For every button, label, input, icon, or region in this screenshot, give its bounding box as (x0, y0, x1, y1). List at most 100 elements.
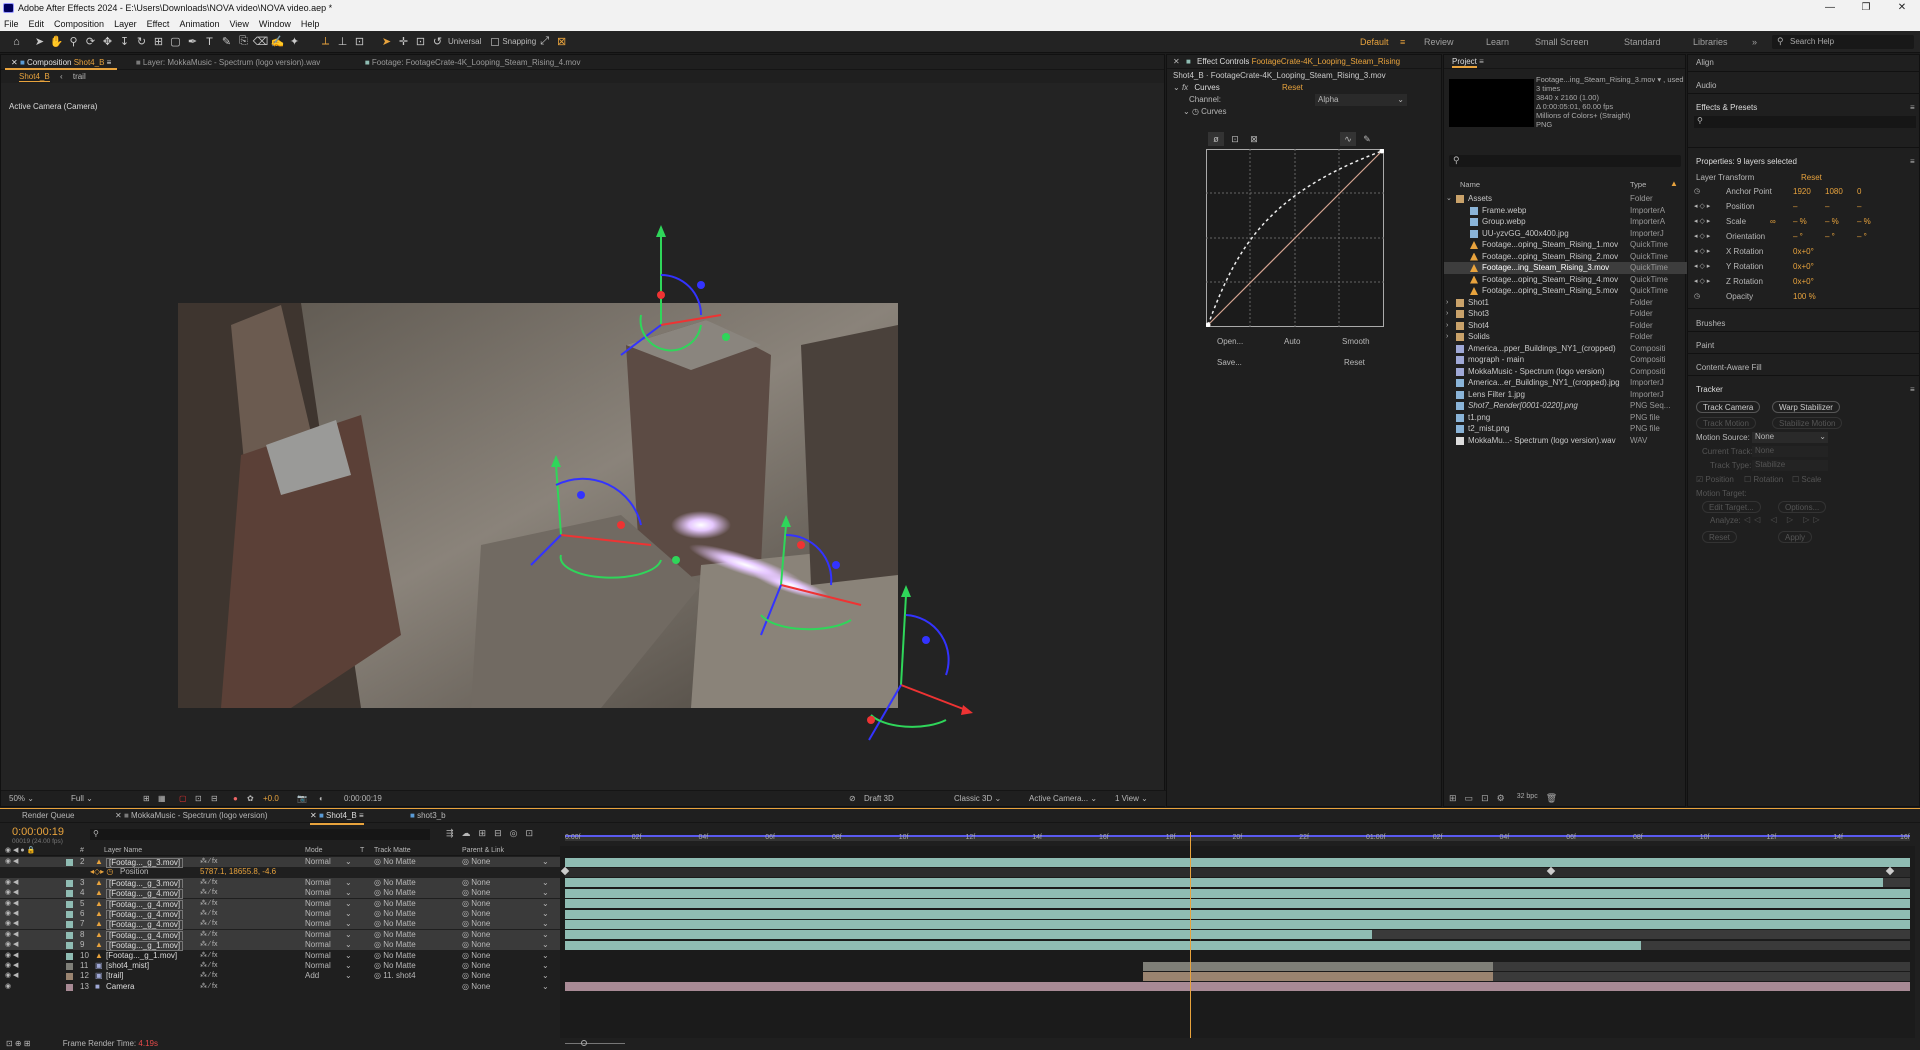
tab-shot4b[interactable]: ✕ ■ Shot4_B ≡ (310, 809, 364, 825)
property-value-1[interactable]: 0x+0° (1793, 261, 1814, 273)
hand-tool-icon[interactable]: ✋ (48, 33, 65, 50)
align-panel-header[interactable]: Align (1696, 58, 1714, 67)
curves-smooth-button[interactable]: Smooth (1342, 337, 1370, 346)
layer-name[interactable]: [Footag..._g_1.mov] (106, 951, 177, 961)
timeline-layer-row[interactable]: ◉ ◀ 11 ▣ [shot4_mist] ⁂ ⁄ fx Normal ⌄ ◎ No Matt… (0, 961, 560, 971)
pencil-tool-icon[interactable]: ✎ (1359, 132, 1375, 146)
menu-composition[interactable]: Composition (54, 19, 104, 29)
camera-view-dropdown[interactable]: Active Camera... ⌄ (1029, 791, 1097, 807)
layer-switches[interactable]: ⁂ ⁄ fx (200, 888, 218, 898)
pickwhip-icon[interactable]: ◎ (374, 857, 383, 866)
folder-disclosure-icon[interactable]: › (1446, 308, 1448, 320)
property-value-2[interactable]: – ° (1825, 231, 1835, 243)
label-color-swatch[interactable] (66, 911, 73, 918)
constrain-proportions-icon[interactable]: ∞ (1770, 216, 1776, 228)
pen-tool-icon[interactable]: ✒ (184, 33, 201, 50)
maximize-icon[interactable]: ❐ (1848, 0, 1884, 16)
layer-name[interactable]: Camera (106, 982, 134, 992)
draft3d-toggle-icon[interactable]: ☁ (462, 828, 471, 839)
track-type-dropdown[interactable]: Stabilize (1752, 460, 1828, 471)
close-icon[interactable]: ✕ (11, 58, 18, 67)
close-icon[interactable]: ✕ (1884, 0, 1920, 16)
layer-transform-reset[interactable]: Reset (1801, 173, 1822, 182)
zoom-tool-icon[interactable]: ⚲ (65, 33, 82, 50)
layer-switches[interactable]: ⁂ ⁄ fx (200, 971, 218, 981)
interpret-footage-icon[interactable]: ⊞ (1449, 793, 1457, 804)
workspace-review[interactable]: Review (1424, 31, 1454, 53)
blend-mode-dropdown[interactable]: Normal ⌄ (305, 961, 353, 971)
project-item[interactable]: Footage...oping_Steam_Rising_2.mov QuickT… (1444, 251, 1687, 263)
keyframe-navigator-icon[interactable]: ◂ ◇ ▸ (1694, 201, 1710, 213)
timeline-track-area[interactable] (560, 846, 1915, 1038)
layer-duration-bar[interactable] (565, 930, 1372, 940)
folder-disclosure-icon[interactable]: › (1446, 297, 1448, 309)
layer-duration-bar[interactable] (565, 888, 1910, 898)
parent-dropdown[interactable]: ◎ None ⌄ (462, 982, 552, 992)
folder-disclosure-icon[interactable]: › (1446, 320, 1448, 332)
visibility-toggle-icon[interactable]: ◉ ◀ (5, 961, 18, 971)
track-camera-button[interactable]: Track Camera (1696, 401, 1761, 413)
clone-stamp-icon[interactable]: ⎘ (235, 33, 252, 50)
label-color-swatch[interactable] (66, 942, 73, 950)
col-parent[interactable]: Parent & Link (462, 846, 504, 856)
new-comp-icon[interactable]: ⊡ (1481, 793, 1489, 804)
workspace-menu-icon[interactable]: ≡ (1400, 31, 1405, 53)
project-item[interactable]: Group.webp ImporterA (1444, 216, 1687, 228)
timeline-layer-row[interactable]: ◉ ◀ 10 ▲ [Footag..._g_1.mov] ⁂ ⁄ fx Normal ⌄ ◎ … (0, 951, 560, 961)
project-item[interactable]: Shot7_Render[0001-0220].png PNG Seq... (1444, 400, 1687, 412)
timeline-timecode[interactable]: 0:00:00:19 (12, 826, 64, 838)
timeline-layer-row[interactable]: ◉ ◀ 3 ▲ [Footag..._g_3.mov] ⁂ ⁄ fx Normal ⌄ ◎ N… (0, 877, 560, 889)
layer-switches[interactable]: ⁂ ⁄ fx (200, 982, 218, 992)
renderer-dropdown[interactable]: Classic 3D ⌄ (954, 791, 1001, 807)
project-item[interactable]: Footage...oping_Steam_Rising_5.mov QuickT… (1444, 285, 1687, 297)
parent-pickwhip-icon[interactable]: ◎ (462, 971, 471, 980)
sort-arrow-icon[interactable]: ▲ (1670, 179, 1678, 188)
curves-reset-button[interactable]: Reset (1344, 358, 1365, 367)
pan-behind-tool-icon[interactable]: ⊞ (150, 33, 167, 50)
rectangle-tool-icon[interactable]: ▢ (167, 33, 184, 50)
visibility-toggle-icon[interactable]: ◉ ◀ (5, 878, 18, 888)
property-value-1[interactable]: – ° (1793, 231, 1803, 243)
project-item[interactable]: › Shot3 Folder (1444, 308, 1687, 320)
parent-pickwhip-icon[interactable]: ◎ (462, 878, 471, 887)
blend-mode-dropdown[interactable]: Normal ⌄ (305, 857, 353, 867)
show-snapshot-icon[interactable]: ◐ (319, 791, 324, 807)
blend-mode-dropdown[interactable]: Normal ⌄ (305, 878, 353, 888)
visibility-toggle-icon[interactable]: ◉ ◀ (5, 971, 18, 981)
layer-duration-bar[interactable] (565, 857, 1910, 867)
axis-local-icon[interactable]: ⟂ (317, 33, 334, 50)
label-color-swatch[interactable] (66, 952, 73, 960)
parent-pickwhip-icon[interactable]: ◎ (462, 940, 471, 949)
project-item[interactable]: t2_mist.png PNG file (1444, 423, 1687, 435)
keyframe-navigator-icon[interactable]: ◂ ◇ ▸ (1694, 231, 1710, 243)
layer-switches[interactable]: ⁂ ⁄ fx (200, 951, 218, 961)
property-value-1[interactable]: 100 % (1793, 291, 1816, 303)
tab-layer[interactable]: ■ Layer: MokkaMusic - Spectrum (logo ver… (130, 55, 326, 70)
layer-duration-bar[interactable] (565, 940, 1641, 950)
pickwhip-icon[interactable]: ◎ (374, 961, 383, 970)
rgb-channel-icon[interactable]: ø (1208, 132, 1224, 146)
pickwhip-icon[interactable]: ◎ (374, 919, 383, 928)
property-value-2[interactable]: 1080 (1825, 186, 1843, 198)
curve-size-large-icon[interactable]: ⊠ (1246, 132, 1262, 146)
blend-mode-dropdown[interactable]: Normal ⌄ (305, 930, 353, 940)
viewer-timecode[interactable]: 0:00:00:19 (344, 791, 382, 807)
stopwatch-icon[interactable]: ◷ (1694, 186, 1700, 198)
edit-target-button[interactable]: Edit Target... (1702, 501, 1761, 513)
snapshot-icon[interactable]: 📷 (297, 791, 307, 807)
visibility-toggle-icon[interactable]: ◉ ◀ (5, 909, 18, 919)
keyframe-navigator-icon[interactable]: ◂ ◇ ▸ (1694, 261, 1710, 273)
properties-menu-icon[interactable]: ≡ (1910, 157, 1915, 166)
label-color-swatch[interactable] (66, 879, 73, 887)
project-item[interactable]: America...er_Buildings_NY1_(cropped).jpg… (1444, 377, 1687, 389)
brushes-header[interactable]: Brushes (1696, 319, 1725, 328)
property-value-1[interactable]: 0x+0° (1793, 246, 1814, 258)
label-color-swatch[interactable] (66, 921, 73, 929)
track-matte-dropdown[interactable]: ◎ No Matte (374, 888, 416, 898)
parent-pickwhip-icon[interactable]: ◎ (462, 888, 471, 897)
stopwatch-icon[interactable]: ◷ (1694, 291, 1700, 303)
position-checkbox[interactable]: ☑ Position (1696, 475, 1734, 484)
motion-blur-icon[interactable]: ◎ (510, 828, 518, 839)
timeline-layer-row[interactable]: ◉ ◀ 8 ▲ [Footag..._g_4.mov] ⁂ ⁄ fx Normal ⌄ ◎ N… (0, 929, 560, 941)
property-value-2[interactable]: – % (1825, 216, 1839, 228)
